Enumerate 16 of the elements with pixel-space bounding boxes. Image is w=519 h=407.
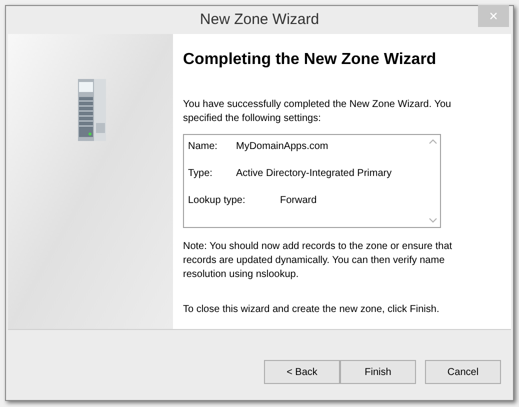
setting-value: Active Directory-Integrated Primary [236,167,392,181]
closing-text: To close this wizard and create the new zone, click Finish. [183,303,440,317]
wizard-button[interactable]: Cancel [425,360,501,384]
wizard-button[interactable]: Finish [340,360,416,384]
scroll-up-icon [429,139,437,144]
setting-label: Type: [188,167,214,181]
setting-label: Name: [188,140,218,154]
setting-label: Lookup type: [188,194,246,208]
note-text: Note: You should now add records to the zone or ensure that records are updated dynamically. You can then verify name resolution using nslookup. [183,240,453,282]
setting-value: MyDomainApps.com [236,140,328,154]
scroll-down-icon [429,218,437,223]
wizard-heading: Completing the New Zone Wizard [183,50,438,70]
intro-text: You have successfully completed the New Zone Wizard. You specified the following settings: [183,98,452,126]
setting-value: Forward [280,194,317,208]
window-title: New Zone Wizard [200,10,320,30]
wizard-button[interactable]: < Back [264,360,340,384]
